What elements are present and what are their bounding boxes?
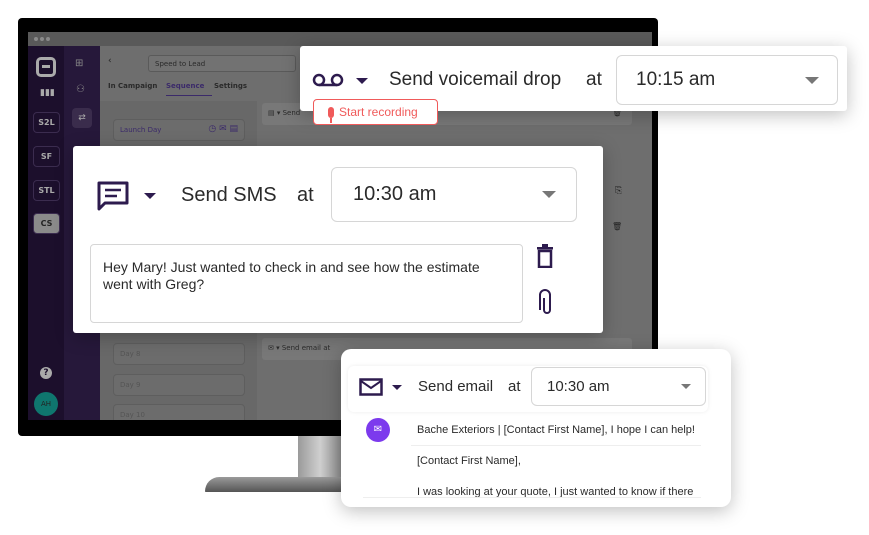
avatar[interactable]: AH [34, 392, 58, 416]
email-icon[interactable] [359, 378, 383, 396]
time-value: 10:30 am [353, 183, 437, 205]
chevron-down-icon[interactable] [144, 193, 156, 199]
sequence-icon[interactable]: ⇄ [72, 108, 92, 128]
tab-sequence[interactable]: Sequence [166, 82, 212, 96]
day-label: Launch Day [120, 126, 162, 134]
attachment-icon[interactable]: ⎘ [615, 186, 622, 196]
day-item-launch[interactable]: Launch Day ◷ ✉ ▤ [113, 119, 245, 141]
tab-settings[interactable]: Settings [214, 82, 247, 90]
start-recording-button[interactable]: Start recording [313, 99, 438, 125]
step-label: Send email [281, 344, 322, 352]
tab-in-campaign[interactable]: In Campaign [108, 82, 157, 90]
sidebar-item-sf[interactable]: SF [33, 146, 60, 167]
chevron-down-icon [805, 76, 819, 84]
voicemail-step-card: Send voicemail drop at 10:15 am Start re… [300, 46, 847, 125]
time-select[interactable]: 10:15 am [616, 55, 838, 105]
time-value: 10:30 am [547, 378, 610, 395]
step-label: Send [282, 109, 301, 117]
sms-icon[interactable] [96, 180, 130, 212]
sms-icon: ▤ ▾ [268, 109, 283, 117]
monitor-stand-neck [298, 436, 342, 480]
day-item[interactable]: Day 8 [113, 343, 245, 365]
day-item[interactable]: Day 9 [113, 374, 245, 396]
chevron-down-icon[interactable] [392, 385, 402, 390]
grid-icon[interactable]: ⊞ [75, 58, 83, 69]
email-greeting: [Contact First Name], [417, 455, 521, 467]
day-item[interactable]: Day 10 [113, 404, 245, 420]
sidebar-item-s2l[interactable]: S2L [33, 112, 60, 133]
window-dot[interactable] [40, 37, 44, 41]
divider [363, 497, 701, 498]
action-label: Send SMS [181, 184, 277, 206]
time-select[interactable]: 10:30 am [531, 367, 706, 406]
at-label: at [508, 378, 521, 395]
email-icon: ✉ ▾ [268, 344, 282, 352]
user-icon[interactable]: ⚇ [76, 84, 85, 95]
sidebar-item-stl[interactable]: STL [33, 180, 60, 201]
chevron-down-icon [681, 384, 691, 389]
sms-message-textarea[interactable]: Hey Mary! Just wanted to check in and se… [90, 244, 523, 323]
action-label: Send voicemail drop [389, 69, 562, 90]
trash-icon[interactable] [536, 244, 554, 268]
primary-sidebar: ▮▮▮ S2L SF STL CS ? AH [28, 46, 64, 420]
divider [411, 445, 701, 446]
sidebar-item-cs[interactable]: CS [33, 213, 60, 234]
clock-mail-sms-icons: ◷ ✉ ▤ [208, 124, 238, 134]
help-icon[interactable]: ? [40, 367, 52, 379]
back-chevron-icon[interactable]: ‹ [108, 56, 112, 66]
at-label: at [297, 184, 314, 206]
time-select[interactable]: 10:30 am [331, 167, 577, 222]
time-value: 10:15 am [636, 69, 716, 90]
window-titlebar [28, 32, 652, 46]
email-step-card: Send email at 10:30 am ✉ Bache Exteriors… [341, 349, 731, 507]
trash-icon[interactable]: 🗑 [612, 222, 622, 231]
microphone-icon [328, 106, 334, 123]
at-label: at [586, 69, 602, 90]
chevron-down-icon[interactable] [356, 78, 368, 84]
attachment-icon[interactable] [538, 289, 552, 315]
start-recording-label: Start recording [339, 105, 418, 119]
voicemail-icon[interactable] [312, 73, 344, 87]
logo-icon[interactable] [36, 57, 56, 77]
window-dot[interactable] [46, 37, 50, 41]
email-subject: Bache Exteriors | [Contact First Name], … [417, 424, 695, 436]
sms-step-card: Send SMS at 10:30 am Hey Mary! Just want… [73, 146, 603, 333]
analytics-icon[interactable]: ▮▮▮ [40, 88, 55, 98]
email-badge-icon: ✉ [366, 418, 390, 442]
chevron-down-icon [542, 191, 556, 198]
campaign-name-input[interactable]: Speed to Lead [148, 55, 296, 72]
step-at: at [323, 344, 331, 352]
window-dot[interactable] [34, 37, 38, 41]
monitor-stand-base [205, 477, 350, 492]
action-label: Send email [418, 378, 494, 395]
